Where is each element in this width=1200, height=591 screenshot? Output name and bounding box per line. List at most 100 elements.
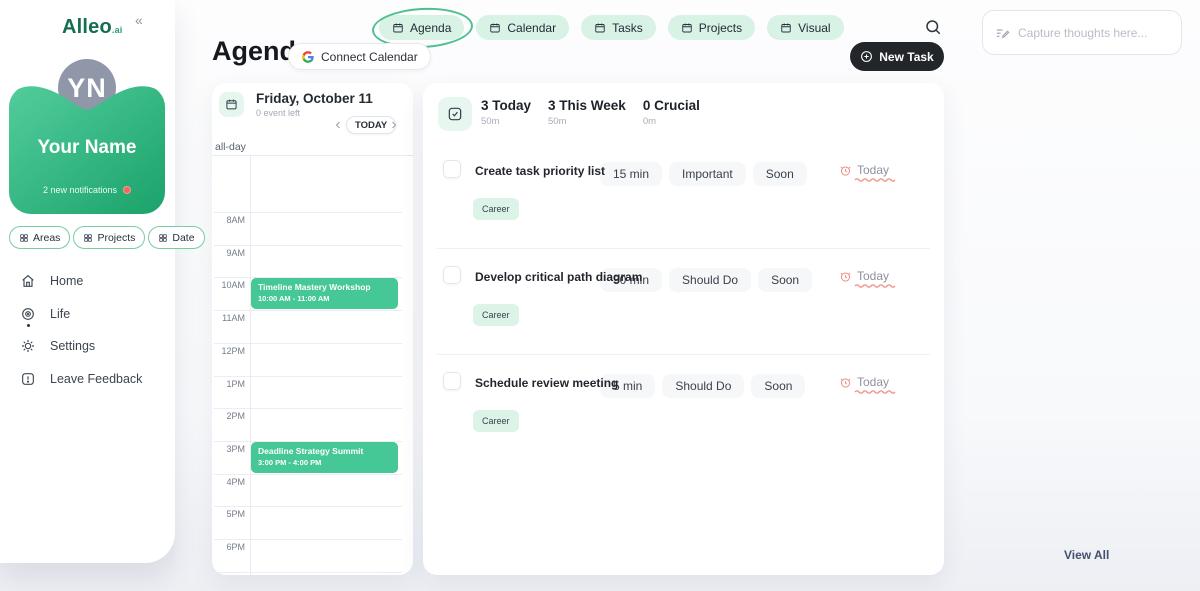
task-title[interactable]: Schedule review meeting [475,376,597,390]
all-day-label: all-day [215,141,246,153]
task-priority-pill[interactable]: Important [669,162,746,186]
task-row: Develop critical path diagram 30 min Sho… [437,249,930,355]
tasks-header-icon-box [438,97,472,131]
new-task-label: New Task [879,50,933,64]
plus-circle-icon [860,50,873,63]
life-indicator-dot [27,324,30,327]
tab-icon [594,22,606,34]
sidebar: Alleo.ai « YN Your Name 2 new notificati… [0,0,175,563]
hour-label: 2PM [214,411,245,421]
task-urgency-pill[interactable]: Soon [751,374,805,398]
filter-tab-icon [83,233,93,243]
calendar-hour-row[interactable]: 7PM [214,572,402,575]
prev-day-chevron-icon[interactable] [332,118,346,134]
task-checkbox[interactable] [443,160,461,178]
sidebar-filter-tabs: Areas Projects Date [9,226,205,249]
calendar-hour-row[interactable]: 5PM [214,506,402,539]
task-checkbox[interactable] [443,266,461,284]
filter-tab-icon [19,233,29,243]
task-title[interactable]: Develop critical path diagram [475,270,597,284]
logo-suffix: .ai [112,25,123,35]
hour-label: 11AM [214,313,245,323]
calendar-hour-row[interactable]: 4PM [214,474,402,507]
sidebar-nav: Home Life Settings Leave Feedback [20,265,142,395]
due-underline-squiggle [854,389,898,394]
calendar-hour-row[interactable]: 1PM [214,376,402,409]
tab-icon [489,22,501,34]
sidebar-item-life[interactable]: Life [20,298,142,331]
task-urgency-pill[interactable]: Soon [758,268,812,292]
task-title[interactable]: Create task priority list [475,164,597,178]
task-due[interactable]: Today [839,375,899,394]
capture-thoughts-input[interactable] [1018,26,1173,40]
task-due[interactable]: Today [839,269,899,288]
sidebar-item-settings[interactable]: Settings [20,330,142,363]
calendar-event[interactable]: Timeline Mastery Workshop 10:00 AM - 11:… [251,278,398,309]
calendar-header-icon-box [219,92,244,117]
calendar-hour-row[interactable]: 11AM [214,310,402,343]
task-row: Schedule review meeting 5 min Should Do … [437,355,930,461]
connect-calendar-button[interactable]: Connect Calendar [288,43,431,70]
task-due-label: Today [857,375,889,389]
stat-duration: 0m [643,116,700,127]
alarm-clock-icon [839,376,852,389]
top-nav-tab[interactable]: Calendar [476,15,569,40]
top-nav-tab[interactable]: Agenda [379,15,464,40]
collapse-sidebar-icon[interactable]: « [135,12,143,28]
task-due[interactable]: Today [839,163,899,182]
task-priority-pill[interactable]: Should Do [662,374,744,398]
filter-tab-label: Projects [97,232,135,244]
calendar-icon [225,98,238,111]
task-due-label: Today [857,269,889,283]
sidebar-item-label: Settings [50,339,95,353]
task-pill-row: 15 min Important Soon [600,162,807,186]
calendar-hour-row[interactable]: 2PM [214,408,402,441]
logo-text: Alleo [62,16,112,38]
next-day-chevron-icon[interactable] [388,118,402,134]
capture-thoughts-box[interactable] [982,10,1182,55]
app-logo: Alleo.ai [62,16,123,39]
calendar-hour-row[interactable]: 6PM [214,539,402,572]
task-tag[interactable]: Career [473,304,519,326]
due-underline-squiggle [854,283,898,288]
calendar-hour-row[interactable]: 8AM [214,212,402,245]
due-underline-squiggle [854,177,898,182]
sidebar-filter-tab[interactable]: Areas [9,226,70,249]
top-nav-tab[interactable]: Projects [668,15,755,40]
task-stat: 3 This Week 50m [548,98,626,127]
tab-icon [681,22,693,34]
task-due-label: Today [857,163,889,177]
tasks-panel: 3 Today 50m 3 This Week 50m 0 Crucial 0m… [423,83,944,575]
alarm-clock-icon [839,270,852,283]
stat-headline: 3 This Week [548,98,626,113]
task-checkbox[interactable] [443,372,461,390]
new-task-button[interactable]: New Task [850,42,944,71]
event-time: 3:00 PM - 4:00 PM [258,458,391,467]
task-priority-pill[interactable]: Should Do [669,268,751,292]
task-duration-pill[interactable]: 15 min [600,162,662,186]
notifications-row[interactable]: 2 new notifications [9,185,165,195]
view-all-link[interactable]: View All [1064,548,1109,562]
calendar-events-left: 0 event left [256,108,300,118]
sidebar-item-leave-feedback[interactable]: Leave Feedback [20,363,142,396]
task-tag[interactable]: Career [473,410,519,432]
top-nav-tab[interactable]: Tasks [581,15,656,40]
tab-label: Tasks [612,21,643,35]
stat-headline: 3 Today [481,98,531,113]
search-icon[interactable] [924,18,944,38]
life-target-icon [20,306,36,322]
top-nav-tab[interactable]: Visual [767,15,843,40]
sidebar-filter-tab[interactable]: Projects [73,226,145,249]
calendar-hour-row[interactable]: 12PM [214,343,402,376]
tab-label: Visual [798,21,830,35]
sidebar-filter-tab[interactable]: Date [148,226,204,249]
task-pill-row: 5 min Should Do Soon [600,374,805,398]
sidebar-item-home[interactable]: Home [20,265,142,298]
hour-label: 4PM [214,477,245,487]
task-urgency-pill[interactable]: Soon [753,162,807,186]
tab-label: Agenda [410,21,451,35]
task-tag[interactable]: Career [473,198,519,220]
calendar-event[interactable]: Deadline Strategy Summit 3:00 PM - 4:00 … [251,442,398,473]
calendar-hour-row[interactable]: 9AM [214,245,402,278]
hour-label: 3PM [214,444,245,454]
